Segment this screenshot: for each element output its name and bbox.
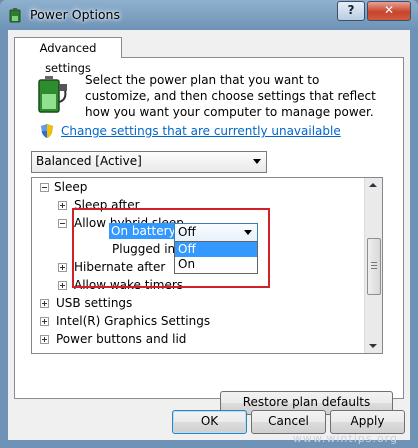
title-bar[interactable]: Power Options ? ✕: [0, 0, 418, 30]
intro-text: Select the power plan that you want to c…: [85, 73, 376, 119]
expand-icon[interactable]: [40, 299, 49, 308]
power-options-window: Power Options ? ✕ Advanced settings Sele…: [0, 0, 418, 448]
tree-item-power-buttons[interactable]: Power buttons and lid: [40, 330, 186, 348]
expand-icon[interactable]: [58, 201, 67, 210]
watermark: www.wintips.org: [292, 432, 398, 445]
expand-icon[interactable]: [58, 263, 67, 272]
power-plan-value: Balanced [Active]: [36, 154, 142, 168]
power-options-icon: [9, 8, 21, 23]
expand-icon[interactable]: [40, 335, 49, 344]
tree-item-usb-settings[interactable]: USB settings: [40, 294, 132, 312]
help-button[interactable]: ?: [337, 1, 365, 21]
apply-button[interactable]: Apply: [330, 410, 405, 434]
tree-item-sleep[interactable]: Sleep: [40, 178, 87, 196]
scrollbar-thumb[interactable]: [367, 238, 381, 295]
tree-item-label: Sleep: [54, 180, 88, 194]
tree-item-label: USB settings: [56, 296, 133, 310]
cancel-button[interactable]: Cancel: [251, 410, 326, 434]
uac-shield-icon: [41, 124, 53, 138]
collapse-icon[interactable]: [58, 219, 67, 228]
power-plan-select[interactable]: Balanced [Active]: [31, 151, 267, 173]
dialog-body: Advanced settings Select the power plan …: [8, 30, 410, 440]
expand-icon[interactable]: [58, 281, 67, 290]
ok-button[interactable]: OK: [172, 410, 247, 434]
settings-tree[interactable]: Sleep Sleep after Allow hybrid sleep On …: [31, 177, 383, 354]
window-title: Power Options: [30, 7, 120, 22]
scroll-up-icon[interactable]: [369, 183, 377, 187]
tree-item-intel-graphics[interactable]: Intel(R) Graphics Settings: [40, 312, 210, 330]
advanced-settings-panel: Select the power plan that you want to c…: [14, 57, 404, 415]
scroll-down-icon[interactable]: [369, 344, 377, 348]
tree-item-label: Intel(R) Graphics Settings: [56, 314, 211, 328]
highlight-box: [72, 208, 270, 288]
tree-scrollbar[interactable]: [364, 178, 382, 353]
collapse-icon[interactable]: [40, 183, 49, 192]
battery-plug-icon: [38, 76, 67, 113]
tab-advanced-settings[interactable]: Advanced settings: [14, 37, 122, 75]
tree-item-label: Power buttons and lid: [56, 332, 187, 346]
close-icon: ✕: [383, 3, 395, 17]
chevron-down-icon: [253, 159, 261, 164]
change-settings-link[interactable]: Change settings that are currently unava…: [61, 124, 341, 138]
help-icon: ?: [347, 3, 355, 17]
expand-icon[interactable]: [40, 317, 49, 326]
close-button[interactable]: ✕: [367, 1, 411, 21]
